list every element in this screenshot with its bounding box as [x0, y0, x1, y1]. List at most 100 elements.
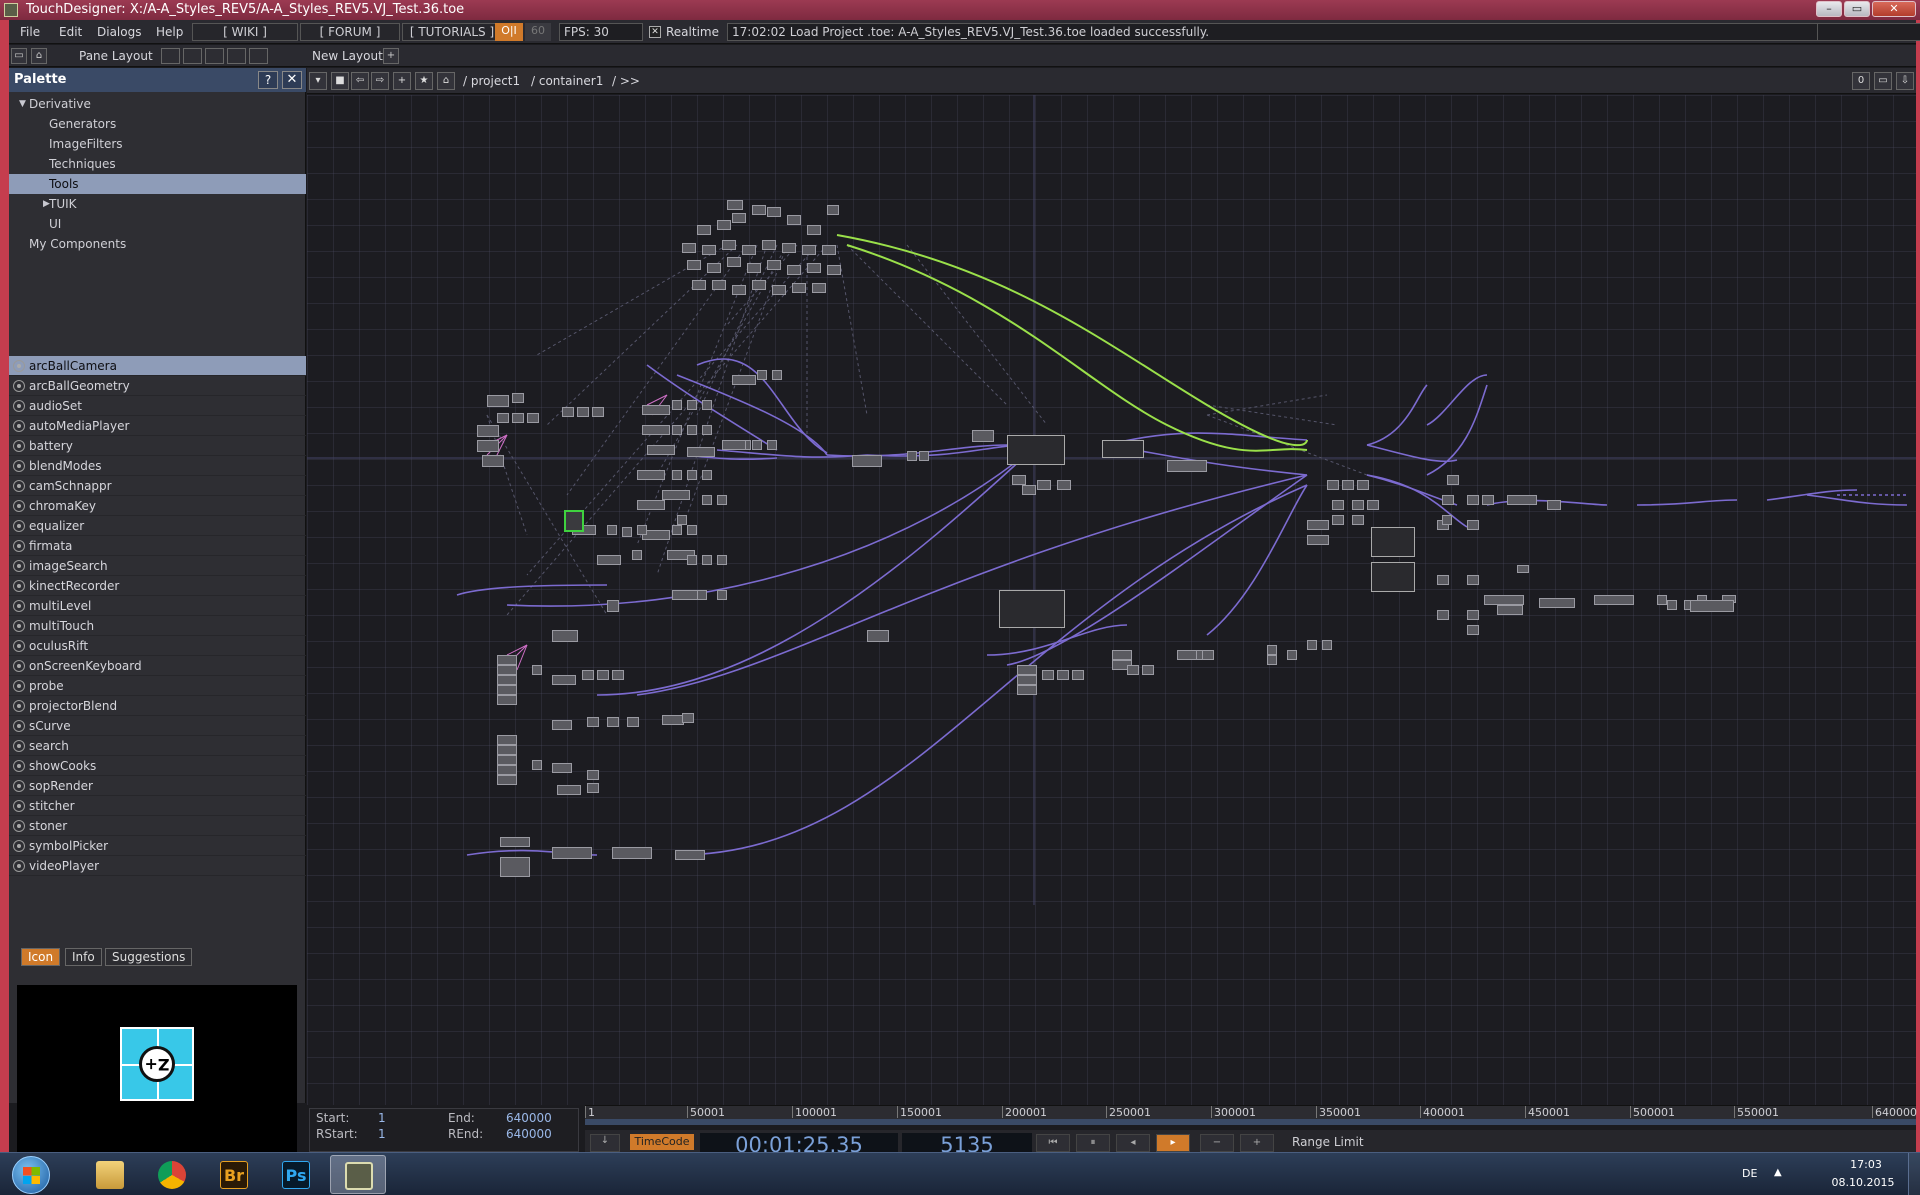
operator-node[interactable]	[972, 430, 994, 442]
operator-node[interactable]	[807, 263, 821, 273]
operator-node[interactable]	[792, 283, 806, 293]
operator-node[interactable]	[772, 285, 786, 295]
operator-node[interactable]	[627, 717, 639, 727]
add-icon[interactable]: +	[393, 72, 411, 90]
timeline-ruler[interactable]: 1 50001 100001 150001 200001 250001 300001 3500…	[585, 1105, 1917, 1119]
operator-node[interactable]	[717, 495, 727, 505]
operator-node[interactable]	[497, 685, 517, 695]
operator-node[interactable]	[1437, 575, 1449, 585]
close-button[interactable]: ✕	[1872, 1, 1916, 17]
operator-node[interactable]	[672, 590, 700, 600]
menu-file[interactable]: File	[20, 25, 40, 39]
timecode-mode-button[interactable]: TimeCode	[630, 1134, 694, 1150]
component-item[interactable]: stoner	[9, 816, 306, 836]
component-item[interactable]: showCooks	[9, 756, 306, 776]
operator-node[interactable]	[577, 407, 589, 417]
operator-node[interactable]	[582, 670, 594, 680]
operator-node[interactable]	[1057, 670, 1069, 680]
component-item[interactable]: camSchnappr	[9, 476, 306, 496]
layout-four-pane-icon[interactable]	[249, 48, 268, 64]
operator-node[interactable]	[672, 470, 682, 480]
operator-node[interactable]	[642, 405, 670, 415]
taskbar-explorer[interactable]	[82, 1155, 138, 1194]
operator-node[interactable]	[675, 850, 705, 860]
operator-node[interactable]	[732, 213, 746, 223]
network-editor[interactable]	[307, 95, 1916, 1105]
operator-node[interactable]	[497, 765, 517, 775]
language-indicator[interactable]: DE	[1742, 1167, 1757, 1180]
operator-node[interactable]	[500, 837, 530, 847]
operator-node[interactable]	[812, 283, 826, 293]
operator-node[interactable]	[1287, 650, 1297, 660]
perform-mode-toggle[interactable]: O|I	[495, 23, 523, 41]
operator-node[interactable]	[712, 280, 726, 290]
palette-tree-item[interactable]: Generators	[9, 114, 306, 134]
operator-node[interactable]	[1177, 650, 1197, 660]
operator-node[interactable]	[552, 763, 572, 773]
timeline-range-bar[interactable]	[585, 1119, 1916, 1125]
menu-help[interactable]: Help	[156, 25, 183, 39]
operator-node[interactable]	[1072, 670, 1084, 680]
operator-node[interactable]	[717, 590, 727, 600]
operator-node[interactable]	[672, 425, 682, 435]
operator-node[interactable]	[1112, 650, 1132, 660]
operator-node[interactable]	[477, 440, 499, 452]
operator-node[interactable]	[687, 470, 697, 480]
operator-node[interactable]	[552, 675, 576, 685]
operator-node[interactable]	[827, 265, 841, 275]
show-desktop-button[interactable]	[1908, 1153, 1920, 1195]
operator-node[interactable]	[907, 451, 917, 461]
operator-node[interactable]	[497, 655, 517, 665]
operator-node[interactable]	[802, 245, 816, 255]
operator-viewer-node[interactable]	[1007, 435, 1065, 465]
operator-node[interactable]	[692, 280, 706, 290]
operator-node[interactable]	[1657, 595, 1667, 605]
component-item[interactable]: stitcher	[9, 796, 306, 816]
operator-node[interactable]	[512, 413, 524, 423]
play-button[interactable]: ▸	[1156, 1134, 1190, 1152]
component-item[interactable]: autoMediaPlayer	[9, 416, 306, 436]
operator-node[interactable]	[717, 220, 731, 230]
step-plus-button[interactable]: +	[1240, 1134, 1274, 1152]
operator-node[interactable]	[1167, 460, 1207, 472]
operator-node[interactable]	[787, 215, 801, 225]
pane-download-icon[interactable]: ⇩	[1896, 72, 1914, 90]
operator-node[interactable]	[1017, 665, 1037, 675]
operator-node[interactable]	[722, 440, 746, 450]
pane-menu-icon[interactable]: ▾	[309, 72, 327, 90]
forum-button[interactable]: [ FORUM ]	[300, 23, 400, 41]
breadcrumb-project1[interactable]: / project1	[463, 74, 520, 88]
operator-viewer-node[interactable]	[999, 590, 1065, 628]
home-network-icon[interactable]: ⌂	[437, 72, 455, 90]
component-item[interactable]: firmata	[9, 536, 306, 556]
component-item[interactable]: multiLevel	[9, 596, 306, 616]
taskbar-bridge[interactable]: Br	[206, 1155, 262, 1194]
operator-node[interactable]	[597, 555, 621, 565]
component-item[interactable]: arcBallCamera	[9, 356, 306, 376]
operator-node[interactable]	[587, 770, 599, 780]
operator-node[interactable]	[697, 225, 711, 235]
operator-node[interactable]	[822, 245, 836, 255]
operator-node[interactable]	[687, 260, 701, 270]
wiki-button[interactable]: [ WIKI ]	[192, 23, 298, 41]
menu-edit[interactable]: Edit	[59, 25, 82, 39]
palette-tree-item[interactable]: Tools	[9, 174, 306, 194]
operator-node[interactable]	[1127, 665, 1139, 675]
operator-node[interactable]	[722, 240, 736, 250]
operator-node[interactable]	[1017, 685, 1037, 695]
operator-node[interactable]	[707, 263, 721, 273]
operator-node[interactable]	[1327, 480, 1339, 490]
operator-node[interactable]	[1467, 625, 1479, 635]
operator-node[interactable]	[1467, 495, 1479, 505]
operator-node[interactable]	[552, 847, 592, 859]
tab-suggestions[interactable]: Suggestions	[105, 948, 193, 966]
operator-node[interactable]	[727, 257, 741, 267]
operator-node[interactable]	[697, 590, 707, 600]
operator-node[interactable]	[497, 675, 517, 685]
operator-node[interactable]	[827, 205, 839, 215]
component-item[interactable]: battery	[9, 436, 306, 456]
operator-node[interactable]	[1057, 480, 1071, 490]
component-item[interactable]: equalizer	[9, 516, 306, 536]
layout-split-vertical-icon[interactable]	[183, 48, 202, 64]
operator-node[interactable]	[497, 695, 517, 705]
